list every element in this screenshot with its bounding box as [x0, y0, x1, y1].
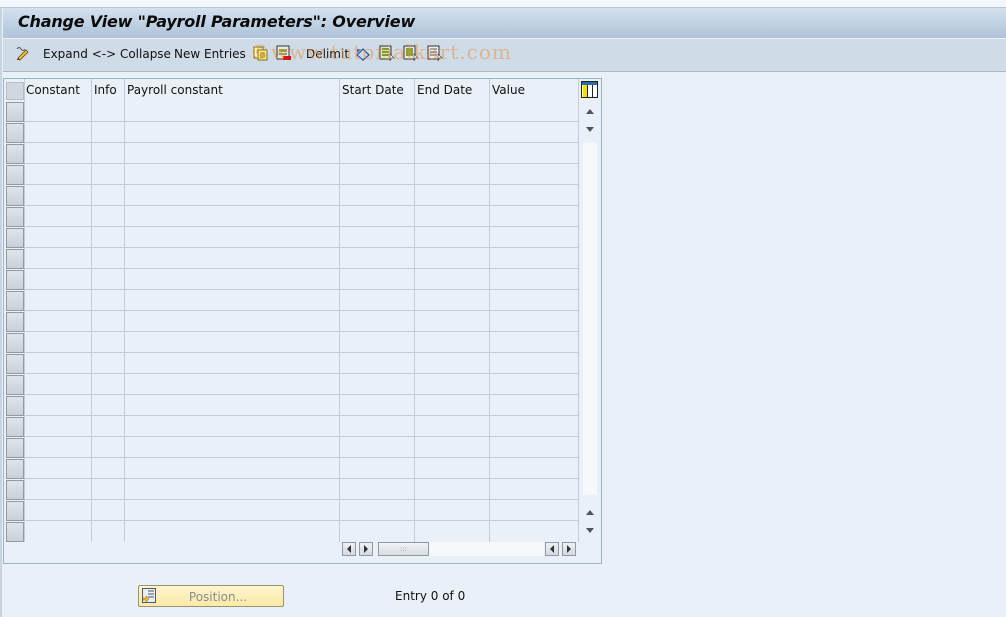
table-row[interactable]	[25, 416, 578, 436]
table-row[interactable]	[25, 227, 578, 247]
scroll-line-down-button[interactable]	[583, 121, 597, 137]
scroll-line-up-button[interactable]	[583, 504, 597, 520]
scroll-right-button[interactable]	[359, 542, 373, 556]
row-selector[interactable]	[6, 270, 24, 290]
arrow-up-icon	[586, 509, 594, 515]
row-selector[interactable]	[6, 144, 24, 164]
table-row[interactable]	[25, 332, 578, 352]
copy-as-icon[interactable]	[252, 45, 268, 61]
scroll-page-up-button[interactable]	[583, 103, 597, 119]
table-settings-icon[interactable]	[581, 81, 598, 98]
column-header-end-date[interactable]: End Date	[417, 83, 472, 97]
table-row[interactable]	[25, 185, 578, 205]
row-selector[interactable]	[6, 354, 24, 374]
arrow-up-icon	[586, 108, 594, 114]
row-selector[interactable]	[6, 165, 24, 185]
select-all-icon[interactable]	[379, 45, 395, 62]
title-bar: Change View "Payroll Parameters": Overvi…	[3, 8, 1006, 39]
table-row[interactable]	[25, 353, 578, 373]
column-header-info[interactable]: Info	[94, 83, 117, 97]
row-selector[interactable]	[6, 480, 24, 500]
row-selector[interactable]	[6, 312, 24, 332]
row-selector[interactable]	[6, 291, 24, 311]
table-row[interactable]	[25, 164, 578, 184]
arrow-left-icon	[550, 545, 554, 553]
window-top-strip	[0, 0, 1006, 8]
scroll-left-button[interactable]	[342, 542, 356, 556]
table-row[interactable]	[25, 395, 578, 415]
scroll-right-end-button[interactable]	[562, 542, 576, 556]
table-row[interactable]	[25, 374, 578, 394]
arrow-down-icon	[586, 527, 594, 533]
arrow-right-icon	[567, 545, 571, 553]
edit-pencil-icon[interactable]	[15, 45, 31, 61]
horizontal-scroll-thumb[interactable]: :::	[378, 542, 429, 556]
table-row[interactable]	[25, 500, 578, 520]
vertical-scroll-track[interactable]	[583, 143, 597, 495]
delete-icon[interactable]	[276, 45, 292, 61]
scroll-left-end-button[interactable]	[545, 542, 559, 556]
undo-change-icon[interactable]	[355, 45, 371, 61]
table-row[interactable]	[25, 458, 578, 478]
page-title: Change View "Payroll Parameters": Overvi…	[18, 12, 416, 31]
column-header-value[interactable]: Value	[492, 83, 525, 97]
scroll-page-down-button[interactable]	[583, 522, 597, 538]
column-header-constant[interactable]: Constant	[26, 83, 80, 97]
row-selector[interactable]	[6, 417, 24, 437]
row-selector[interactable]	[6, 102, 24, 122]
row-selector[interactable]	[6, 333, 24, 353]
row-selector[interactable]	[6, 207, 24, 227]
window-left-edge	[0, 8, 2, 617]
new-entries-button[interactable]: New Entries	[174, 47, 246, 61]
delimit-button[interactable]: Delimit	[306, 47, 349, 61]
deselect-all-icon[interactable]	[427, 45, 443, 62]
table-row[interactable]	[25, 311, 578, 331]
arrow-down-icon	[586, 126, 594, 132]
table-row[interactable]	[25, 521, 578, 541]
select-all-rows-button[interactable]	[6, 82, 24, 100]
row-selector[interactable]	[6, 501, 24, 521]
table-row[interactable]	[25, 122, 578, 142]
row-selector[interactable]	[6, 522, 24, 542]
row-selector[interactable]	[6, 459, 24, 479]
row-selector[interactable]	[6, 438, 24, 458]
position-button[interactable]: Position...	[138, 585, 284, 607]
table-row[interactable]	[25, 248, 578, 268]
row-selector[interactable]	[6, 396, 24, 416]
row-selector[interactable]	[6, 249, 24, 269]
table-row[interactable]	[25, 479, 578, 499]
row-selector[interactable]	[6, 228, 24, 248]
expand-collapse-button[interactable]: Expand <-> Collapse	[43, 47, 171, 61]
table-row[interactable]	[25, 101, 578, 121]
vertical-scrollbar[interactable]	[581, 101, 599, 539]
horizontal-scrollbar[interactable]: :::	[342, 542, 582, 558]
column-header-payroll-constant[interactable]: Payroll constant	[127, 83, 223, 97]
table-row[interactable]	[25, 269, 578, 289]
row-selector[interactable]	[6, 123, 24, 143]
arrow-left-icon	[347, 545, 351, 553]
row-selector[interactable]	[6, 186, 24, 206]
table-control: Constant Info Payroll constant Start Dat…	[3, 78, 602, 564]
entry-count: Entry 0 of 0	[395, 589, 466, 603]
position-button-label: Position...	[188, 590, 248, 604]
table-row[interactable]	[25, 206, 578, 226]
table-row[interactable]	[25, 437, 578, 457]
table-row[interactable]	[25, 290, 578, 310]
select-block-icon[interactable]	[403, 45, 419, 62]
column-header-start-date[interactable]: Start Date	[342, 83, 404, 97]
application-toolbar: Expand <-> Collapse New Entries Delimit	[3, 39, 1006, 72]
table-row[interactable]	[25, 143, 578, 163]
row-selector[interactable]	[6, 375, 24, 395]
arrow-right-icon	[364, 545, 368, 553]
